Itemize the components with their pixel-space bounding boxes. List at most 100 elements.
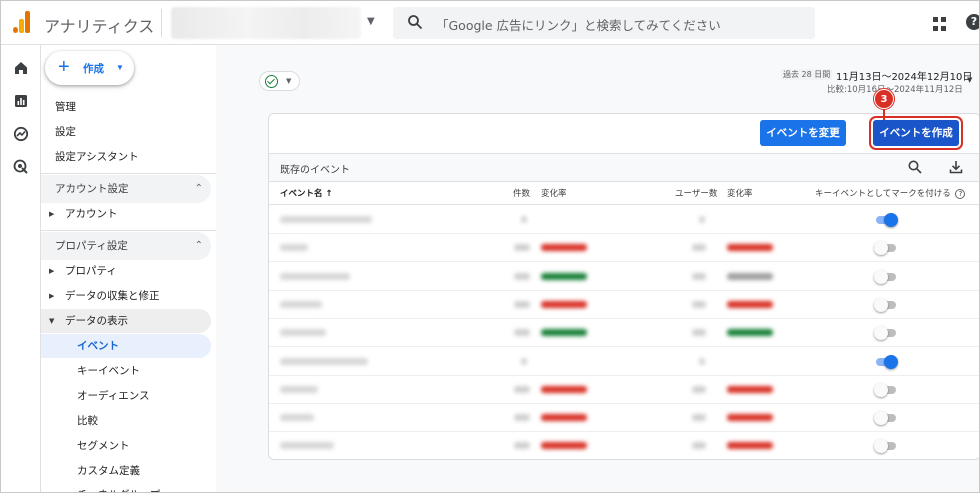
nav-item-property[interactable]: ▶ プロパティ xyxy=(41,259,211,283)
blurred-count xyxy=(514,414,530,422)
data-status-chip[interactable]: ▼ xyxy=(259,71,300,91)
col-users-change[interactable]: 変化率 xyxy=(727,182,753,206)
blurred-users xyxy=(692,442,706,450)
nav-item-account[interactable]: ▶ アカウント xyxy=(41,202,211,226)
events-card: イベントを変更 イベントを作成 既存のイベント イベント名 ↑ 件数 変化率 ユ… xyxy=(268,113,979,460)
search-icon[interactable] xyxy=(907,159,923,175)
toggle-knob xyxy=(874,326,888,341)
key-event-toggle[interactable] xyxy=(874,354,898,369)
nav-item-label: アカウント xyxy=(65,208,118,220)
blurred-count-change xyxy=(541,329,587,337)
blurred-count xyxy=(521,357,527,365)
key-event-toggle[interactable] xyxy=(874,382,898,397)
blurred-count xyxy=(514,329,530,337)
col-event-name[interactable]: イベント名 ↑ xyxy=(280,182,333,206)
create-event-button[interactable]: イベントを作成 xyxy=(873,120,959,146)
table-row xyxy=(269,206,979,234)
header-divider xyxy=(161,9,162,37)
create-label: 作成 xyxy=(83,63,104,75)
create-button[interactable]: + 作成 ▼ xyxy=(45,51,134,85)
toggle-knob xyxy=(884,354,898,369)
nav-item-data-collection[interactable]: ▶ データの収集と修正 xyxy=(41,284,211,308)
nav-item-setup-assistant[interactable]: 設定アシスタント xyxy=(41,145,211,169)
col-users[interactable]: ユーザー数 xyxy=(675,182,717,206)
help-icon[interactable]: ? xyxy=(955,188,966,199)
blurred-users-change xyxy=(727,385,773,393)
main-content: ▼ 過去 28 日間 11月13日～2024年12月10日 比較:10月16日～… xyxy=(216,45,979,492)
blurred-count-change xyxy=(541,300,587,308)
search-placeholder: 「Google 広告にリンク」と検索してみてください xyxy=(436,18,721,33)
triangle-down-icon: ▼ xyxy=(49,317,55,325)
key-event-toggle[interactable] xyxy=(874,297,898,312)
caret-down-icon: ▼ xyxy=(967,76,973,84)
key-event-toggle[interactable] xyxy=(874,439,898,454)
key-event-toggle[interactable] xyxy=(874,241,898,256)
col-count[interactable]: 件数 xyxy=(513,182,530,206)
nav-item-channel-groups[interactable]: チャネルグループ xyxy=(41,483,211,492)
blurred-users xyxy=(692,414,706,422)
col-mark-key-event-label: キーイベントとしてマークを付ける xyxy=(815,189,951,199)
section-property-settings[interactable]: プロパティ設定 ⌃ xyxy=(41,232,211,260)
top-bar: アナリティクス ▼ 「Google 広告にリンク」と検索してみてください ? xyxy=(1,1,979,45)
blurred-users xyxy=(692,329,706,337)
nav-item-audiences[interactable]: オーディエンス xyxy=(41,384,211,408)
key-event-toggle[interactable] xyxy=(874,326,898,341)
triangle-right-icon: ▶ xyxy=(49,267,55,275)
reports-icon[interactable] xyxy=(12,92,30,110)
nav-item-data-display[interactable]: ▼ データの表示 xyxy=(41,309,211,333)
section-account-settings[interactable]: アカウント設定 ⌃ xyxy=(41,175,211,203)
blurred-count xyxy=(514,272,530,280)
blurred-event-name xyxy=(280,244,308,252)
comparison-range: 比較:10月16日～2024年11月12日 xyxy=(827,85,963,95)
table-row xyxy=(269,432,979,459)
toggle-knob xyxy=(874,241,888,256)
blurred-event-name xyxy=(280,329,326,337)
blurred-users-change xyxy=(727,244,773,252)
toggle-knob xyxy=(874,411,888,426)
nav-item-comparisons[interactable]: 比較 xyxy=(41,409,211,433)
key-event-toggle[interactable] xyxy=(874,411,898,426)
toggle-knob xyxy=(874,439,888,454)
nav-item-key-events[interactable]: キーイベント xyxy=(41,359,211,383)
section-label: アカウント設定 xyxy=(55,183,129,195)
nav-item-custom-definitions[interactable]: カスタム定義 xyxy=(41,459,211,483)
nav-item-events[interactable]: イベント xyxy=(41,334,211,358)
app-window: アナリティクス ▼ 「Google 広告にリンク」と検索してみてください ? +… xyxy=(0,0,980,493)
account-picker[interactable] xyxy=(171,7,361,39)
search-bar[interactable]: 「Google 広告にリンク」と検索してみてください xyxy=(393,7,815,39)
download-icon[interactable] xyxy=(948,159,964,175)
app-title: アナリティクス xyxy=(44,17,155,36)
blurred-users xyxy=(692,272,706,280)
chevron-up-icon: ⌃ xyxy=(194,240,203,251)
triangle-right-icon: ▶ xyxy=(49,292,55,300)
col-count-change[interactable]: 変化率 xyxy=(541,182,567,206)
key-event-toggle[interactable] xyxy=(874,269,898,284)
key-event-toggle[interactable] xyxy=(874,213,898,227)
advertising-icon[interactable] xyxy=(12,158,30,176)
help-icon[interactable]: ? xyxy=(966,14,979,30)
caret-down-icon[interactable]: ▼ xyxy=(367,16,375,27)
blurred-event-name xyxy=(280,357,368,365)
modify-event-button[interactable]: イベントを変更 xyxy=(760,120,846,146)
nav-item-settings[interactable]: 設定 xyxy=(41,120,211,144)
explore-icon[interactable] xyxy=(12,125,30,143)
table-row xyxy=(269,404,979,433)
nav-item-segments[interactable]: セグメント xyxy=(41,434,211,458)
table-row xyxy=(269,319,979,348)
nav-item-label: データの収集と修正 xyxy=(65,290,160,302)
blurred-users xyxy=(692,385,706,393)
apps-grid-icon[interactable] xyxy=(933,17,947,31)
blurred-users-change xyxy=(727,300,773,308)
toggle-knob xyxy=(874,382,888,397)
blurred-users xyxy=(699,216,705,223)
analytics-logo-icon xyxy=(13,11,31,33)
blurred-count-change xyxy=(541,414,587,422)
blurred-count-change xyxy=(541,244,587,252)
home-icon[interactable] xyxy=(12,59,30,77)
nav-item-admin[interactable]: 管理 xyxy=(41,95,211,119)
left-rail xyxy=(1,45,41,492)
blurred-users-change xyxy=(727,329,773,337)
chevron-up-icon: ⌃ xyxy=(194,183,203,194)
blurred-event-name xyxy=(280,414,314,422)
blurred-users xyxy=(692,244,706,252)
